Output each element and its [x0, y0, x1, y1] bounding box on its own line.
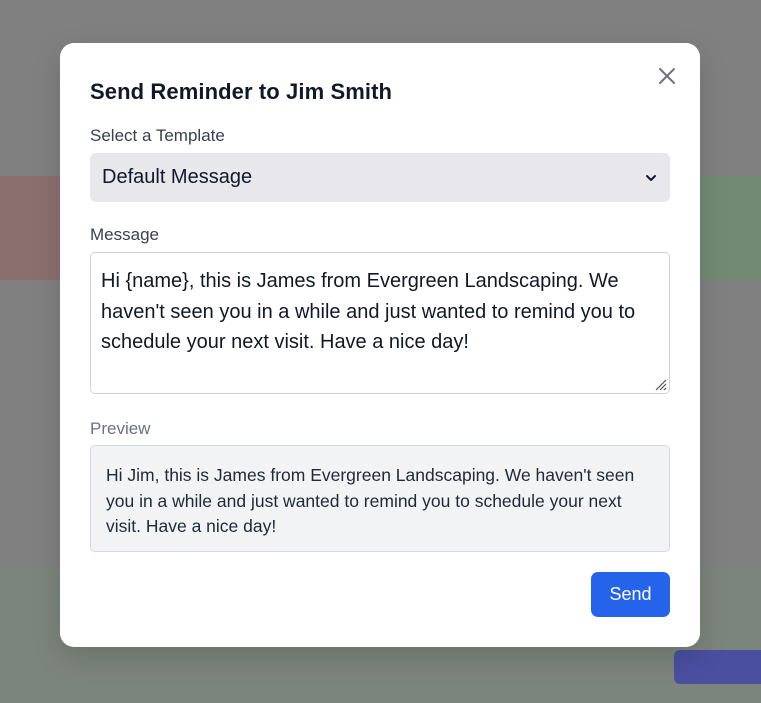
close-button[interactable] [656, 65, 678, 87]
message-label: Message [90, 225, 159, 244]
message-textarea[interactable]: Hi {name}, this is James from Evergreen … [90, 252, 670, 394]
preview-text: Hi Jim, this is James from Evergreen Lan… [106, 465, 635, 536]
chevron-down-icon [646, 174, 656, 181]
template-label: Select a Template [90, 126, 225, 145]
background-button [674, 650, 761, 684]
background-panel-red [0, 176, 60, 280]
message-text: Hi {name}, this is James from Evergreen … [101, 270, 636, 353]
template-select-value: Default Message [102, 166, 253, 188]
resize-handle-icon[interactable] [651, 375, 667, 391]
send-button[interactable]: Send [591, 572, 670, 617]
reminder-modal: Send Reminder to Jim Smith Select a Temp… [60, 43, 700, 647]
preview-box: Hi Jim, this is James from Evergreen Lan… [90, 445, 670, 552]
background-panel-green [700, 176, 761, 280]
template-select[interactable]: Default Message [90, 153, 670, 202]
modal-title: Send Reminder to Jim Smith [90, 79, 393, 104]
preview-label: Preview [90, 419, 151, 438]
close-icon [659, 68, 675, 84]
